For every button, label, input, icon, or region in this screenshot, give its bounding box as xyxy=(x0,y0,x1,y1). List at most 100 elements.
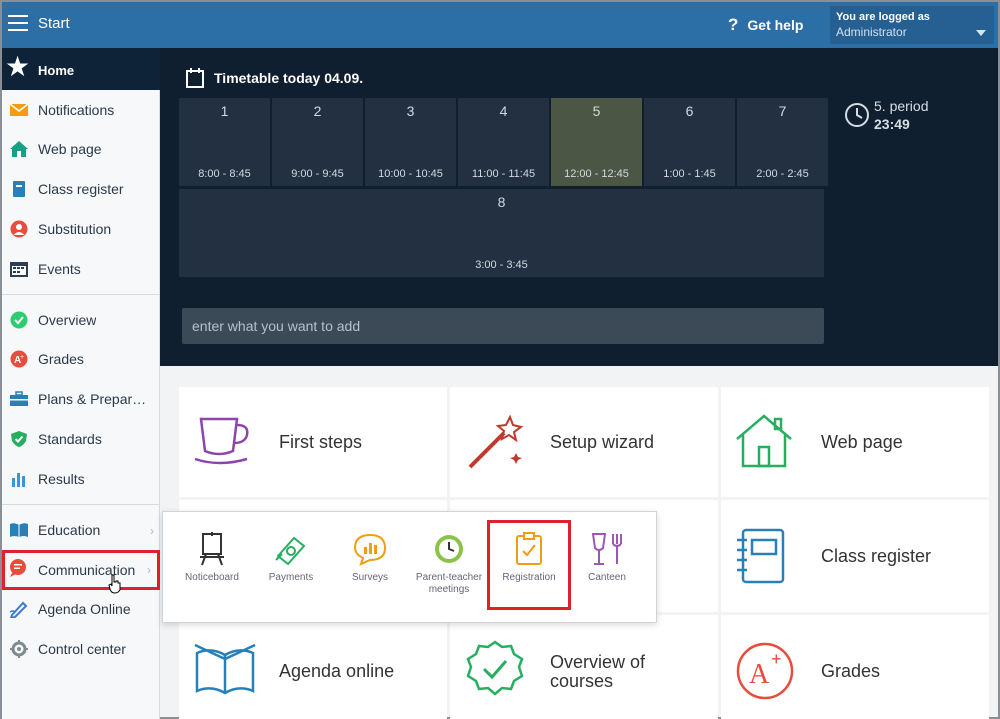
person-icon xyxy=(10,220,28,238)
lesson-number: 4 xyxy=(499,103,508,119)
sidebar-item-communication[interactable]: Communication › xyxy=(2,550,160,590)
sidebar-item-label: Substitution xyxy=(38,221,112,237)
pen-icon xyxy=(9,601,28,618)
magic-wand-icon xyxy=(468,414,524,469)
sidebar-item-home[interactable]: ★ Home xyxy=(2,48,160,90)
lesson-time: 12:00 - 12:45 xyxy=(564,168,629,180)
open-book-icon xyxy=(194,643,256,695)
tile-label: Setup wizard xyxy=(550,432,655,452)
book-icon xyxy=(13,181,25,197)
lesson-time: 8:00 - 8:45 xyxy=(198,168,251,180)
lesson-number: 7 xyxy=(778,103,787,119)
clock-icon xyxy=(845,103,869,127)
clipboard-check-icon xyxy=(516,532,542,565)
lesson-cell[interactable]: 8 3:00 - 3:45 xyxy=(179,189,824,277)
submenu-canteen[interactable]: Canteen xyxy=(568,532,646,584)
sidebar-item-notifications[interactable]: Notifications xyxy=(2,92,160,128)
chat-icon xyxy=(10,559,26,577)
lesson-number: 3 xyxy=(406,103,415,119)
lesson-cell-current[interactable]: 5 12:00 - 12:45 xyxy=(551,98,642,186)
lesson-time: 9:00 - 9:45 xyxy=(291,168,344,180)
sidebar-item-class-register[interactable]: Class register xyxy=(2,171,160,207)
sidebar-item-plans[interactable]: Plans & Preparations xyxy=(2,381,160,417)
sidebar-item-label: Class register xyxy=(38,181,124,197)
submenu-label: Surveys xyxy=(351,572,389,583)
house-icon xyxy=(10,141,28,157)
tile-label: Agenda online xyxy=(279,661,395,681)
cutlery-icon xyxy=(591,533,622,565)
sidebar-item-label: Web page xyxy=(38,141,102,157)
sidebar: ★ Home Notifications Web page Class regi… xyxy=(2,48,160,719)
sidebar-item-education[interactable]: Education › xyxy=(2,512,160,548)
submenu-parent-teacher-meetings[interactable]: Parent-teacher meetings xyxy=(410,532,488,596)
clock-icon xyxy=(435,535,463,563)
sidebar-item-label: Notifications xyxy=(38,102,115,118)
lesson-number: 2 xyxy=(313,103,322,119)
submenu-label: Payments xyxy=(268,572,314,583)
lesson-cell[interactable]: 6 1:00 - 1:45 xyxy=(644,98,735,186)
sidebar-item-label: Plans & Preparations xyxy=(38,391,148,407)
submenu-payments[interactable]: Payments xyxy=(252,532,330,584)
clock-time: 23:49 xyxy=(874,116,910,132)
calendar-icon xyxy=(10,262,28,277)
tile-first-steps[interactable]: First steps xyxy=(179,387,447,497)
open-book-icon xyxy=(10,523,28,537)
sidebar-item-results[interactable]: Results xyxy=(2,461,160,497)
sidebar-item-standards[interactable]: Standards xyxy=(2,421,160,457)
add-input[interactable] xyxy=(182,308,824,344)
user-role: Administrator xyxy=(836,25,907,39)
sidebar-item-grades[interactable]: A + Grades xyxy=(2,341,160,377)
top-bar: Start ? Get help You are logged as Admini… xyxy=(2,2,998,48)
sidebar-item-label: Grades xyxy=(38,351,84,367)
tile-grades[interactable]: A + Grades xyxy=(721,615,989,719)
sidebar-item-label: Events xyxy=(38,261,81,277)
notebook-icon xyxy=(737,528,785,584)
star-icon: ★ xyxy=(5,51,31,82)
lesson-number: 1 xyxy=(220,103,229,119)
sidebar-item-events[interactable]: Events xyxy=(2,251,160,287)
sidebar-divider xyxy=(2,504,160,505)
submenu-noticeboard[interactable]: Noticeboard xyxy=(173,532,251,584)
tile-label: Web page xyxy=(821,432,903,452)
check-circle-icon xyxy=(10,311,28,329)
get-help-button[interactable]: ? Get help xyxy=(728,15,803,35)
menu-icon[interactable] xyxy=(8,15,28,31)
sidebar-item-label: Home xyxy=(38,63,75,78)
sidebar-item-overview[interactable]: Overview xyxy=(2,302,160,338)
tile-class-register[interactable]: Class register xyxy=(721,500,989,612)
sidebar-item-label: Overview xyxy=(38,312,97,328)
timetable-title: Timetable today 04.09. xyxy=(214,70,364,86)
sidebar-item-label: Results xyxy=(38,471,85,487)
user-dropdown[interactable]: You are logged as Administrator xyxy=(830,6,994,44)
submenu-label: Noticeboard xyxy=(185,572,239,583)
lesson-time: 1:00 - 1:45 xyxy=(663,168,716,180)
sidebar-item-control-center[interactable]: Control center xyxy=(2,631,160,667)
lesson-number: 8 xyxy=(497,194,506,210)
lesson-number: 6 xyxy=(685,103,694,119)
lesson-cell[interactable]: 3 10:00 - 10:45 xyxy=(365,98,456,186)
tile-overview-courses[interactable]: Overview of courses xyxy=(450,615,718,719)
lesson-cell[interactable]: 4 11:00 - 11:45 xyxy=(458,98,549,186)
communication-submenu: Noticeboard Payments Surveys Parent-teac… xyxy=(162,511,657,623)
chevron-right-icon: › xyxy=(147,563,151,577)
lesson-number: 5 xyxy=(592,103,601,119)
submenu-surveys[interactable]: Surveys xyxy=(331,532,409,584)
sidebar-item-label: Standards xyxy=(38,431,102,447)
lesson-cell[interactable]: 2 9:00 - 9:45 xyxy=(272,98,363,186)
sidebar-item-agenda-online[interactable]: Agenda Online xyxy=(2,591,160,627)
tile-web-page[interactable]: Web page xyxy=(721,387,989,497)
help-icon: ? xyxy=(728,15,739,34)
sidebar-item-label: Agenda Online xyxy=(38,601,131,617)
noticeboard-icon xyxy=(200,532,224,566)
shield-icon xyxy=(11,431,27,447)
lesson-time: 10:00 - 10:45 xyxy=(378,168,443,180)
submenu-registration[interactable]: Registration xyxy=(487,520,571,610)
tile-agenda-online[interactable]: Agenda online xyxy=(179,615,447,719)
sidebar-item-substitution[interactable]: Substitution xyxy=(2,211,160,247)
chevron-down-icon xyxy=(976,30,986,36)
sidebar-item-web-page[interactable]: Web page xyxy=(2,131,160,167)
tile-setup-wizard[interactable]: Setup wizard xyxy=(450,387,718,497)
svg-text:+: + xyxy=(771,649,782,669)
lesson-cell[interactable]: 7 2:00 - 2:45 xyxy=(737,98,828,186)
lesson-cell[interactable]: 1 8:00 - 8:45 xyxy=(179,98,270,186)
